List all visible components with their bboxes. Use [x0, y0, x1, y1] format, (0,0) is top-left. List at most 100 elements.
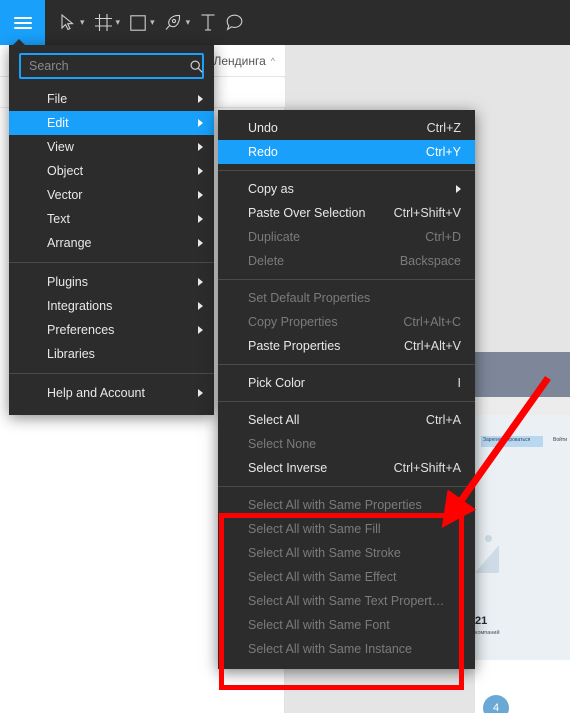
search-icon: [190, 59, 203, 73]
keyboard-shortcut: Ctrl+Y: [425, 145, 461, 159]
menu-item-label: Text: [47, 212, 70, 226]
menu-item-integrations[interactable]: Integrations: [9, 294, 214, 318]
submenu-separator: [218, 401, 475, 402]
chevron-down-icon[interactable]: ▾: [150, 17, 155, 28]
edit-menu-item-label: Undo: [248, 121, 278, 135]
search-input[interactable]: [29, 59, 190, 73]
app-root: Зарегистрироваться Войти 21 компаний 4 И…: [0, 0, 570, 713]
main-menu-items: File Edit View Object Vector Text Arrange Plugi…: [9, 87, 214, 405]
submenu-arrow-icon: [198, 119, 203, 127]
edit-menu-item-copy-as[interactable]: Copy as: [218, 177, 475, 201]
edit-submenu[interactable]: Undo Ctrl+Z Redo Ctrl+Y Copy as Paste Over Se…: [218, 110, 475, 669]
art-register-button-label: Зарегистрироваться: [483, 437, 531, 443]
keyboard-shortcut: I: [457, 376, 461, 390]
chevron-down-icon[interactable]: ▾: [186, 17, 191, 28]
edit-menu-item-paste-properties[interactable]: Paste Properties Ctrl+Alt+V: [218, 334, 475, 358]
menu-separator: [9, 262, 214, 263]
edit-menu-item-select-inverse[interactable]: Select Inverse Ctrl+Shift+A: [218, 456, 475, 480]
edit-menu-item-label: Redo: [248, 145, 278, 159]
menu-item-text[interactable]: Text: [9, 207, 214, 231]
edit-menu-item-delete: Delete Backspace: [218, 249, 475, 273]
edit-menu-item-label: Paste Properties: [248, 339, 341, 353]
move-tool[interactable]: ▾: [55, 0, 90, 45]
menu-item-label: Vector: [47, 188, 83, 202]
menu-item-label: Preferences: [47, 323, 115, 337]
pen-tool[interactable]: ▾: [160, 0, 196, 45]
menu-item-label: Plugins: [47, 275, 88, 289]
submenu-separator: [218, 170, 475, 171]
menu-item-file[interactable]: File: [9, 87, 214, 111]
edit-menu-item-duplicate: Duplicate Ctrl+D: [218, 225, 475, 249]
edit-menu-item-label: Select All with Same Properties: [248, 498, 422, 512]
edit-menu-item-select-all-with-same-properties: Select All with Same Properties: [218, 493, 475, 517]
submenu-arrow-icon: [198, 326, 203, 334]
edit-menu-item-select-all-with-same-font: Select All with Same Font: [218, 613, 475, 637]
edit-menu-item-label: Select All with Same Instance: [248, 642, 412, 656]
edit-menu-item-select-none: Select None: [218, 432, 475, 456]
art-decor-dot: [485, 535, 492, 542]
page-tab-label[interactable]: Лендинга: [213, 54, 265, 68]
edit-menu-item-redo[interactable]: Redo Ctrl+Y: [218, 140, 475, 164]
menu-item-libraries[interactable]: Libraries: [9, 342, 214, 366]
submenu-arrow-icon: [456, 185, 461, 193]
edit-menu-item-select-all-with-same-instance: Select All with Same Instance: [218, 637, 475, 661]
comment-tool[interactable]: [221, 0, 248, 45]
menu-item-label: Arrange: [47, 236, 92, 250]
search-box[interactable]: [19, 53, 204, 79]
edit-menu-item-select-all[interactable]: Select All Ctrl+A: [218, 408, 475, 432]
submenu-arrow-icon: [198, 389, 203, 397]
edit-menu-item-label: Paste Over Selection: [248, 206, 366, 220]
menu-item-plugins[interactable]: Plugins: [9, 270, 214, 294]
edit-menu-item-select-all-with-same-stroke: Select All with Same Stroke: [218, 541, 475, 565]
menu-item-view[interactable]: View: [9, 135, 214, 159]
menu-item-label: View: [47, 140, 74, 154]
menu-item-help-and-account[interactable]: Help and Account: [9, 381, 214, 405]
edit-menu-item-label: Set Default Properties: [248, 291, 371, 305]
submenu-arrow-icon: [198, 143, 203, 151]
keyboard-shortcut: Ctrl+Alt+V: [404, 339, 461, 353]
edit-menu-item-undo[interactable]: Undo Ctrl+Z: [218, 116, 475, 140]
menu-pointer-caret: [12, 39, 26, 46]
art-stat-caption: компаний: [475, 630, 500, 636]
chevron-up-icon[interactable]: ^: [271, 56, 275, 66]
keyboard-shortcut: Ctrl+D: [425, 230, 461, 244]
edit-menu-item-select-all-with-same-text-propert: Select All with Same Text Propert…: [218, 589, 475, 613]
edit-menu-item-label: Delete: [248, 254, 285, 268]
menu-item-label: Object: [47, 164, 84, 178]
edit-menu-item-pick-color[interactable]: Pick Color I: [218, 371, 475, 395]
shape-tool[interactable]: ▾: [125, 0, 160, 45]
menu-search-wrapper: [9, 53, 214, 87]
menu-item-preferences[interactable]: Preferences: [9, 318, 214, 342]
tool-group: ▾ ▾ ▾ ▾: [45, 0, 248, 45]
chevron-down-icon[interactable]: ▾: [80, 17, 85, 28]
menu-item-edit[interactable]: Edit: [9, 111, 214, 135]
edit-menu-item-label: Select None: [248, 437, 317, 451]
edit-menu-item-label: Select All with Same Stroke: [248, 546, 401, 560]
edit-menu-item-label: Select Inverse: [248, 461, 328, 475]
keyboard-shortcut: Ctrl+Z: [426, 121, 461, 135]
edit-menu-item-label: Pick Color: [248, 376, 305, 390]
keyboard-shortcut: Ctrl+Shift+A: [393, 461, 461, 475]
submenu-arrow-icon: [198, 95, 203, 103]
edit-menu-item-label: Copy Properties: [248, 315, 338, 329]
menu-separator: [9, 373, 214, 374]
main-dropdown-menu[interactable]: File Edit View Object Vector Text Arrange Plugi…: [9, 45, 214, 415]
submenu-separator: [218, 364, 475, 365]
menu-item-label: Help and Account: [47, 386, 145, 400]
edit-menu-item-label: Duplicate: [248, 230, 301, 244]
menu-item-label: File: [47, 92, 68, 106]
menu-item-vector[interactable]: Vector: [9, 183, 214, 207]
edit-submenu-items: Undo Ctrl+Z Redo Ctrl+Y Copy as Paste Over Se…: [218, 116, 475, 661]
submenu-arrow-icon: [198, 278, 203, 286]
edit-menu-item-label: Select All with Same Text Propert…: [248, 594, 445, 608]
menu-item-object[interactable]: Object: [9, 159, 214, 183]
keyboard-shortcut: Ctrl+Alt+C: [403, 315, 461, 329]
menu-item-arrange[interactable]: Arrange: [9, 231, 214, 255]
chevron-down-icon[interactable]: ▾: [116, 17, 121, 28]
edit-menu-item-paste-over-selection[interactable]: Paste Over Selection Ctrl+Shift+V: [218, 201, 475, 225]
art-login-link[interactable]: Войти: [553, 437, 567, 443]
text-tool[interactable]: [195, 0, 221, 45]
menu-item-label: Libraries: [47, 347, 95, 361]
menu-item-label: Edit: [47, 116, 69, 130]
frame-tool[interactable]: ▾: [90, 0, 126, 45]
